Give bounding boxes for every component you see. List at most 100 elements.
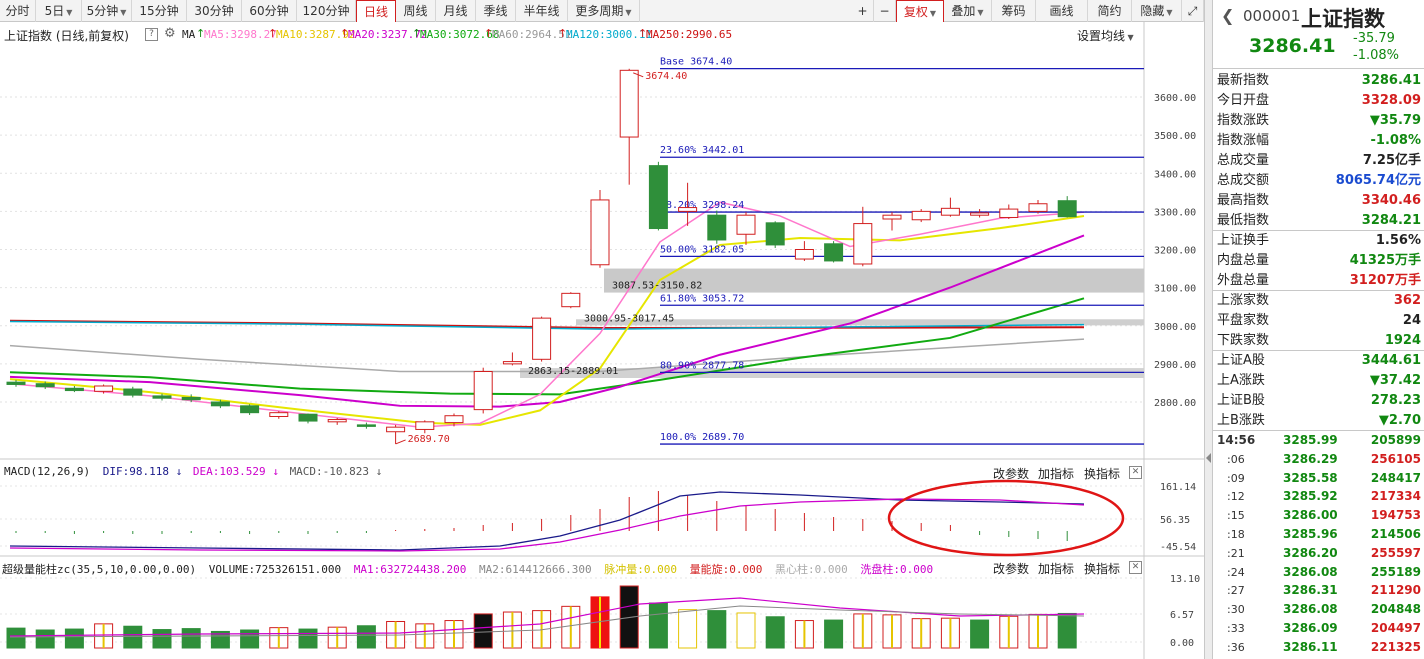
tick-price: 3286.11 — [1283, 639, 1338, 654]
stat-value: 3284.21 — [1361, 213, 1421, 228]
pulse-value: 脉冲量:0.000 — [604, 563, 677, 576]
stat-value: 1924 — [1384, 333, 1421, 348]
stat-label: 下跌家数 — [1217, 333, 1270, 348]
low-annotation: 2689.70 — [408, 434, 450, 445]
macd-title: MACD(12,26,9) — [4, 465, 91, 478]
stat-label: 上A涨跌 — [1217, 373, 1265, 388]
candle-body — [794, 249, 814, 260]
candle-body — [707, 214, 727, 241]
tick-row: :24 3286.08 255189 — [1213, 564, 1424, 581]
tick-volume: 211290 — [1370, 583, 1421, 598]
vol-axis-label: 6.57 — [1170, 610, 1194, 621]
stat-label: 上B涨跌 — [1217, 413, 1265, 428]
stat-value: 8065.74亿元 — [1335, 173, 1421, 188]
stat-label: 外盘总量 — [1217, 273, 1270, 288]
fib-label: 23.60% 3442.01 — [660, 145, 744, 156]
stat-row: 上B涨跌 ▼2.70 — [1217, 411, 1421, 431]
tick-price: 3286.09 — [1283, 621, 1338, 635]
candle-body — [502, 361, 522, 365]
stat-value: 3340.46 — [1361, 193, 1421, 208]
tick-row: :06 3286.29 256105 — [1213, 451, 1424, 468]
dif-value: DIF:98.118 — [102, 465, 169, 478]
macd-value: MACD:-10.823 — [289, 465, 370, 478]
gap-label: 3087.53-3150.82 — [612, 281, 702, 292]
stat-label: 总成交额 — [1217, 173, 1270, 188]
volume-bar — [707, 610, 727, 649]
vol-close-icon[interactable]: ✕ — [1129, 561, 1142, 574]
volume-bar — [473, 613, 493, 649]
vol-change-params[interactable]: 改参数 — [993, 560, 1029, 577]
tick-time: :15 — [1227, 509, 1245, 523]
stat-value: 41325万手 — [1349, 253, 1421, 268]
tick-price: 3285.92 — [1283, 489, 1338, 504]
vol-swap-indicator[interactable]: 换指标 — [1084, 560, 1120, 577]
dif-line — [9, 491, 1085, 551]
tick-price: 3286.00 — [1283, 508, 1338, 523]
price-axis-label: 3000.00 — [1154, 322, 1196, 333]
vol-add-indicator[interactable]: 加指标 — [1038, 560, 1074, 577]
candle-body — [152, 395, 172, 399]
stat-label: 最新指数 — [1217, 73, 1270, 88]
price-axis-label: 3600.00 — [1154, 93, 1196, 104]
candle-body — [64, 387, 84, 392]
volume-bar — [678, 609, 698, 649]
stat-label: 上证A股 — [1217, 353, 1265, 368]
stat-value: 278.23 — [1370, 393, 1421, 408]
candle-body — [590, 199, 610, 266]
tick-price: 3285.99 — [1283, 433, 1338, 447]
fib-label: 38.20% 3298.24 — [660, 200, 744, 211]
stat-row: 外盘总量 31207万手 — [1217, 271, 1421, 291]
macd-swap-indicator[interactable]: 换指标 — [1084, 465, 1120, 482]
tick-row: 14:56 3285.99 205899 — [1213, 432, 1424, 449]
macd-axis-label: 56.35 — [1160, 515, 1190, 526]
candle-body — [269, 412, 289, 417]
volume-bar — [240, 629, 260, 649]
stat-label: 上证换手 — [1217, 233, 1270, 248]
dea-value: DEA:103.529 — [192, 465, 266, 478]
tick-price: 3286.20 — [1283, 545, 1338, 560]
stat-row: 内盘总量 41325万手 — [1217, 251, 1421, 271]
gap-label: 2863.15-2889.01 — [528, 366, 618, 377]
vol-axis-label: 0.00 — [1170, 638, 1194, 649]
tick-time: :30 — [1227, 603, 1245, 617]
tick-volume: 204497 — [1370, 621, 1421, 635]
candle-body — [853, 223, 873, 265]
stat-row: 指数涨幅 -1.08% — [1217, 131, 1421, 151]
stat-row: 下跌家数 1924 — [1217, 331, 1421, 351]
stat-value: -1.08% — [1370, 133, 1422, 148]
tick-time: :21 — [1227, 546, 1245, 560]
candle-body — [999, 208, 1019, 218]
tick-volume: 217334 — [1370, 489, 1421, 504]
macd-axis-label: 161.14 — [1160, 482, 1196, 493]
macd-close-icon[interactable]: ✕ — [1129, 466, 1142, 479]
tick-volume: 194753 — [1370, 508, 1421, 523]
candle-body — [35, 383, 55, 388]
volume-bar — [648, 602, 668, 649]
macd-header: MACD(12,26,9) DIF:98.118 ↓ DEA:103.529 ↓… — [4, 465, 383, 478]
stat-label: 总成交量 — [1217, 153, 1270, 168]
fib-label: 80.90% 2877.78 — [660, 360, 744, 371]
stat-label: 今日开盘 — [1217, 93, 1270, 108]
tick-volume: 256105 — [1370, 451, 1421, 466]
tick-row: :36 3286.11 221325 — [1213, 639, 1424, 656]
stat-row: 总成交量 7.25亿手 — [1217, 151, 1421, 171]
candle-body — [94, 385, 114, 392]
candle-body — [882, 214, 902, 220]
stat-value: 3328.09 — [1361, 93, 1421, 108]
volume-bar — [736, 612, 756, 649]
candle-body — [561, 292, 581, 308]
stat-row: 上涨家数 362 — [1217, 291, 1421, 311]
macd-change-params[interactable]: 改参数 — [993, 465, 1029, 482]
stat-value: ▼2.70 — [1378, 413, 1421, 428]
panel-splitter[interactable] — [1204, 0, 1212, 659]
candle-body — [911, 210, 931, 221]
price-axis-label: 2900.00 — [1154, 360, 1196, 371]
collapse-arrow-icon[interactable] — [1206, 453, 1211, 463]
back-icon[interactable]: ❮ — [1221, 6, 1234, 25]
macd-add-indicator[interactable]: 加指标 — [1038, 465, 1074, 482]
volume-bar — [181, 628, 201, 649]
stock-change: -35.79 — [1353, 31, 1395, 46]
tick-row: :12 3285.92 217334 — [1213, 488, 1424, 505]
candle-body — [356, 424, 376, 427]
volume-bar — [64, 628, 84, 649]
